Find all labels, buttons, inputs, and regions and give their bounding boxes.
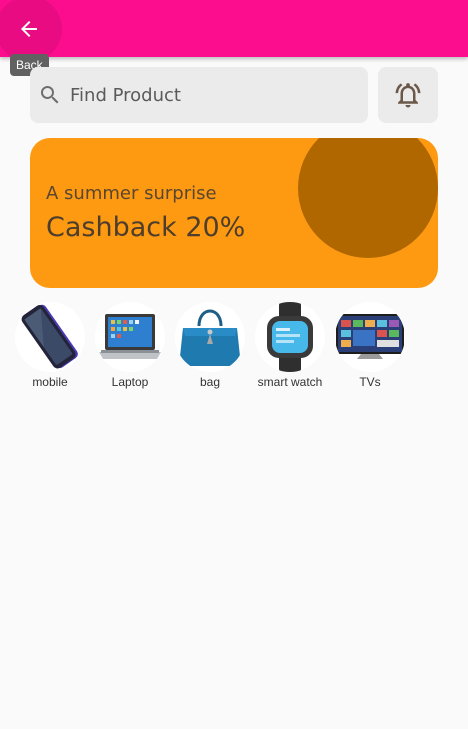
notification-button[interactable] [378,67,438,123]
category-item-mobile[interactable]: mobile [15,302,95,397]
arrow-back-icon [21,21,37,37]
promo-title: Cashback 20% [46,212,246,243]
category-label: Laptop [111,375,149,389]
search-field[interactable] [30,67,368,123]
category-label: smart watch [257,375,323,389]
handbag-image [175,302,245,372]
notification-bell-icon [395,83,421,108]
television-image [335,302,405,372]
search-input[interactable] [70,67,360,123]
smartphone-image [15,302,85,372]
category-item-smart-watch[interactable]: smart watch [255,302,335,397]
category-item-tvs[interactable]: TVs [335,302,415,397]
app-bar [0,0,468,62]
category-list: mobile Laptop bag smart watch TVs [15,302,468,397]
promo-subtitle: A summer surprise [46,183,217,204]
category-item-bag[interactable]: bag [175,302,255,397]
search-icon [41,86,59,104]
category-label: bag [199,375,221,389]
promo-decoration-circle [298,138,438,258]
promo-banner[interactable]: A summer surprise Cashback 20% [30,138,438,288]
laptop-image [95,302,165,372]
category-label: TVs [359,375,381,389]
back-button[interactable] [0,0,62,62]
category-item-laptop[interactable]: Laptop [95,302,175,397]
category-label: mobile [32,375,68,389]
smartwatch-image [255,302,325,372]
